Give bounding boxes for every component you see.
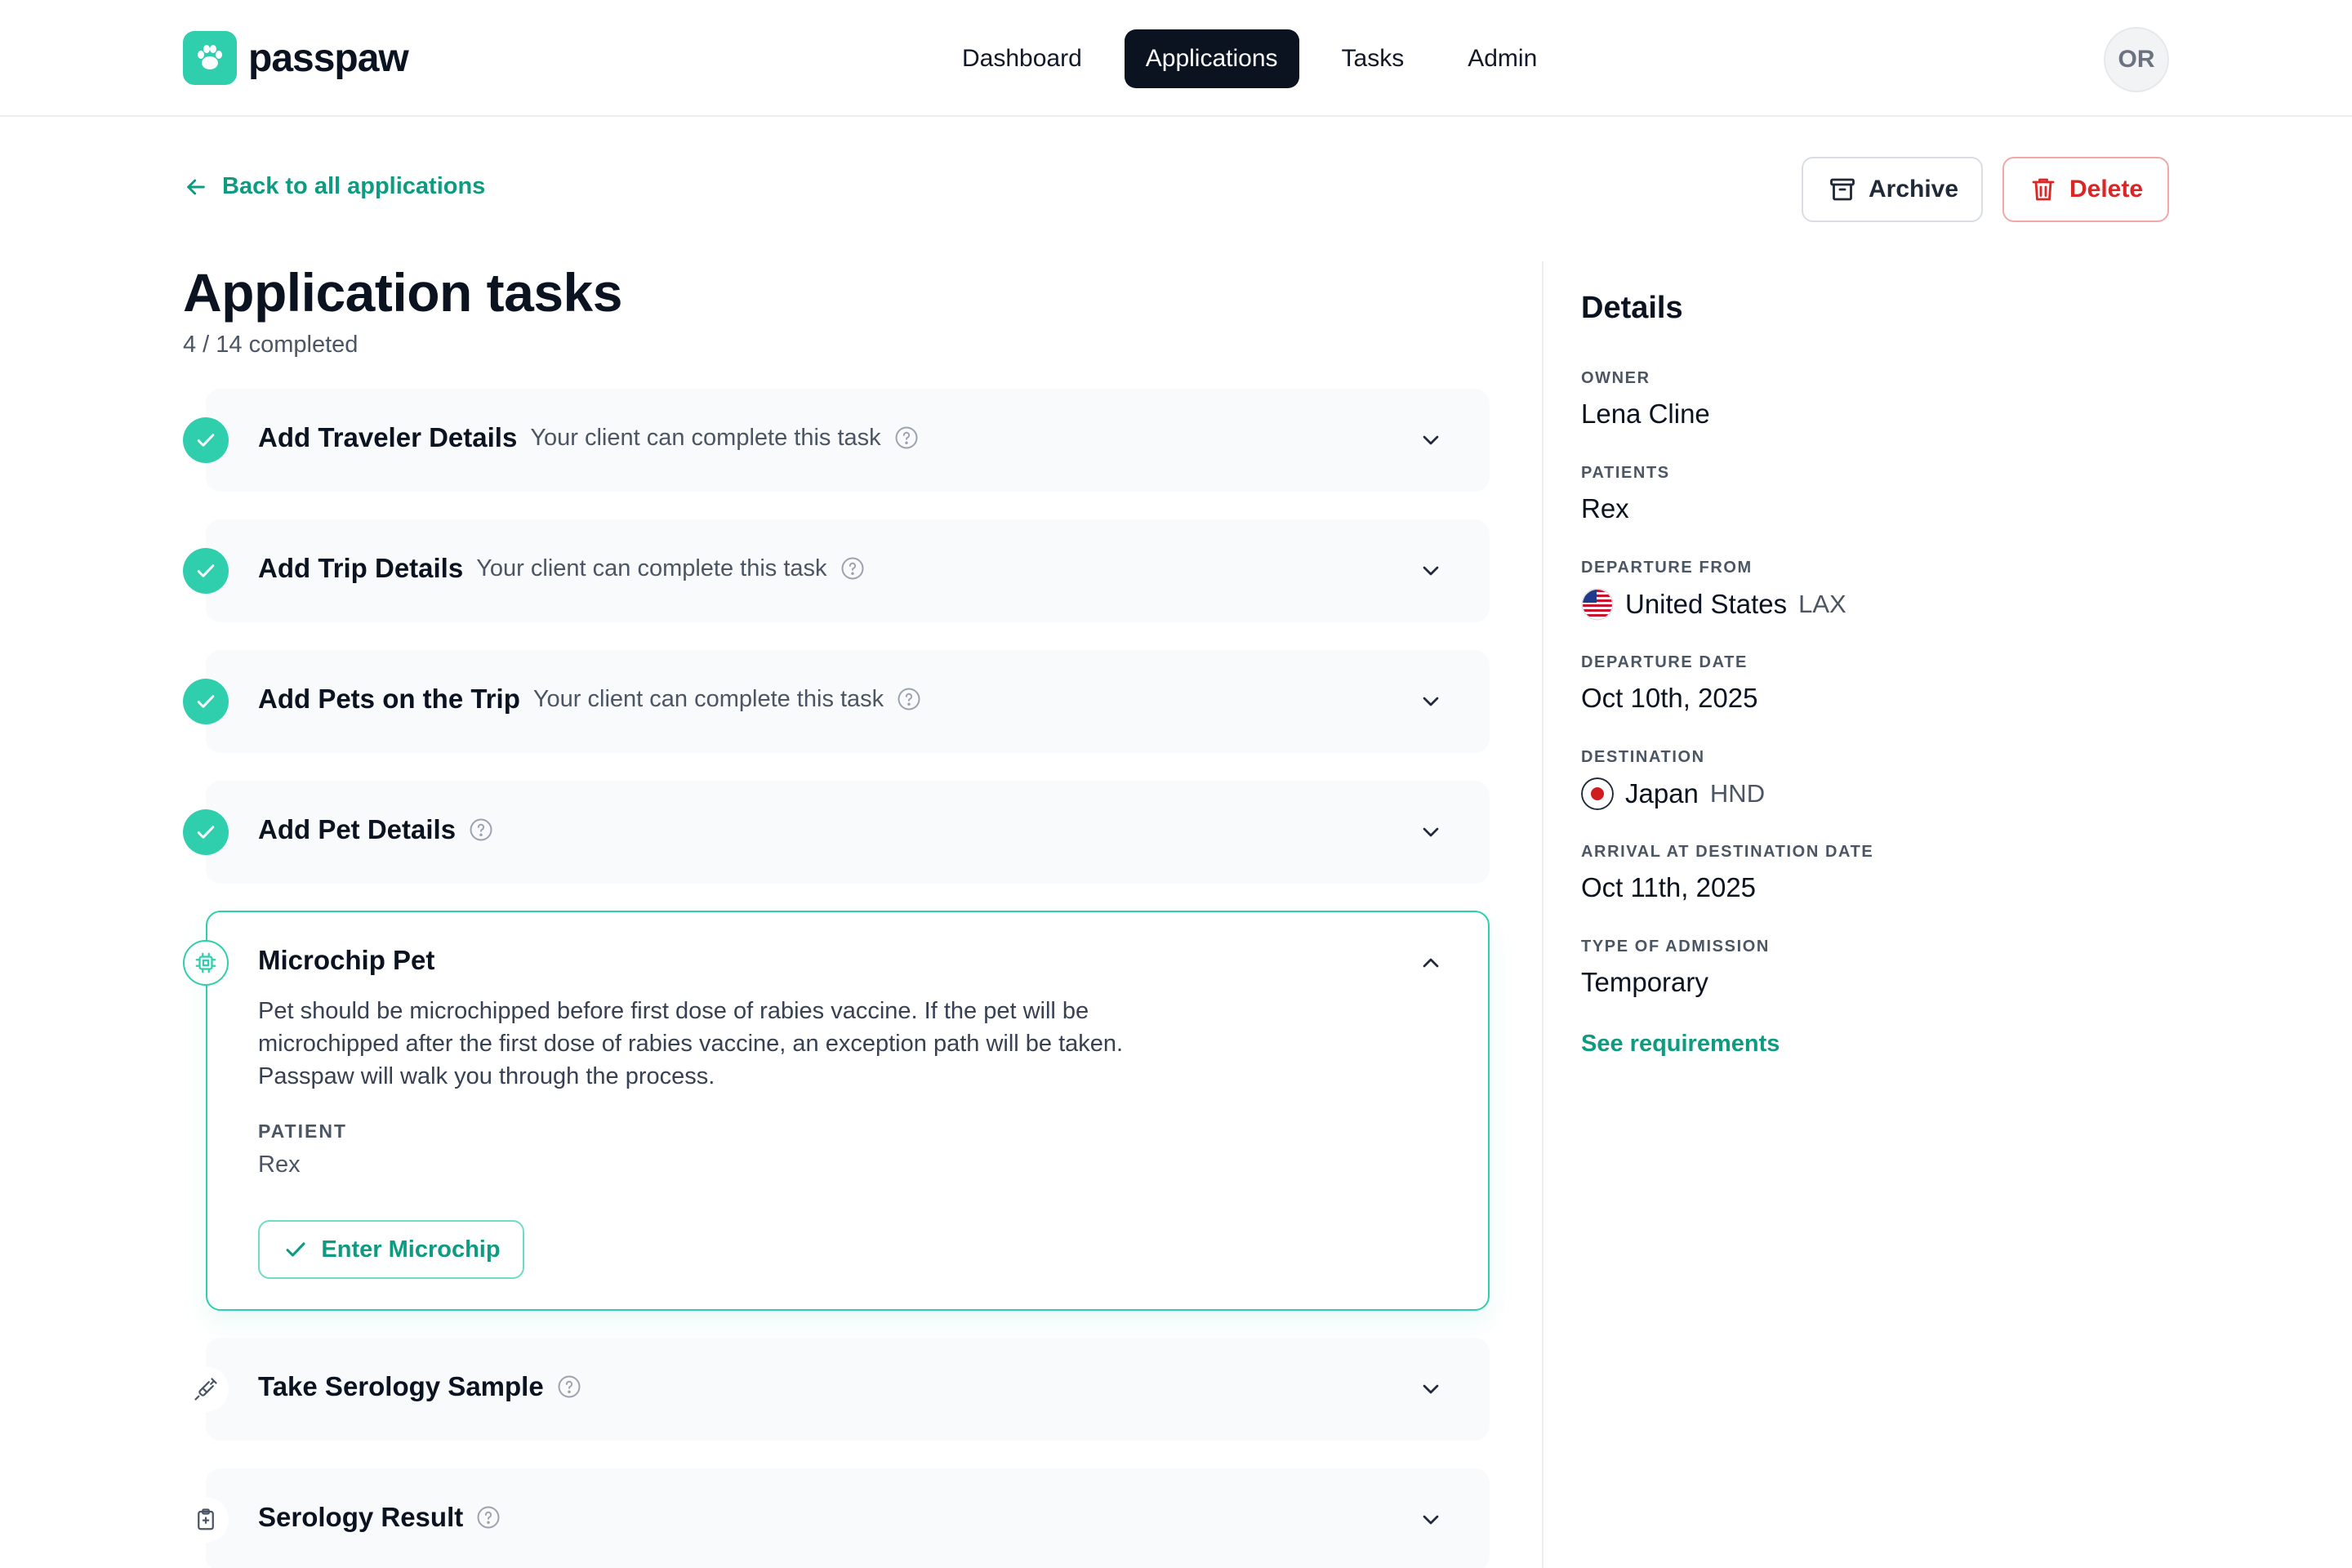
paw-icon — [183, 31, 237, 85]
task-title: Add Pet Details — [258, 814, 457, 844]
departure-date-value: Oct 10th, 2025 — [1581, 683, 1758, 713]
help-circle-icon[interactable] — [840, 556, 865, 581]
task-title: Add Pets on the Trip — [258, 684, 520, 714]
departure-country: United States — [1625, 589, 1788, 619]
chevron-down-icon[interactable] — [1418, 427, 1444, 453]
syringe-icon — [183, 1366, 229, 1412]
departure-date-label: DEPARTURE DATE — [1581, 653, 1748, 671]
brand-logo[interactable]: passpaw — [183, 31, 409, 85]
chevron-down-icon[interactable] — [1418, 558, 1444, 584]
patient-label: PATIENT — [258, 1120, 347, 1142]
destination-value: Japan HND — [1581, 777, 1765, 810]
archive-button[interactable]: Archive — [1802, 157, 1983, 222]
check-icon — [183, 548, 229, 594]
task-title: Serology Result — [258, 1502, 464, 1532]
task-note: Your client can complete this task — [530, 424, 881, 451]
check-icon — [282, 1236, 310, 1263]
admission-type-label: TYPE OF ADMISSION — [1581, 938, 1770, 956]
description-line: microchipped after the first dose of rab… — [258, 1031, 1124, 1057]
archive-label: Archive — [1869, 176, 1959, 203]
top-navigation-bar: passpaw Dashboard Applications Tasks Adm… — [0, 0, 2352, 117]
nav-admin[interactable]: Admin — [1446, 29, 1558, 88]
nav-dashboard[interactable]: Dashboard — [941, 29, 1103, 88]
task-header: Take Serology Sample — [258, 1371, 581, 1402]
arrival-date-value: Oct 11th, 2025 — [1581, 872, 1757, 902]
patients-value: Rex — [1581, 493, 1629, 523]
task-header: Add Pet Details — [258, 814, 493, 845]
clipboard-icon — [183, 1497, 229, 1543]
chevron-down-icon[interactable] — [1418, 688, 1444, 715]
check-icon — [183, 679, 229, 724]
task-title: Microchip Pet — [258, 945, 435, 975]
arrival-date-label: ARRIVAL AT DESTINATION DATE — [1581, 843, 1874, 861]
destination-country: Japan — [1625, 778, 1699, 808]
admission-type-value: Temporary — [1581, 967, 1708, 997]
microchip-icon — [183, 940, 229, 986]
back-to-applications-link[interactable]: Back to all applications — [183, 173, 485, 200]
see-requirements-link[interactable]: See requirements — [1581, 1031, 1780, 1058]
delete-label: Delete — [2069, 176, 2144, 203]
task-header: Microchip Pet — [258, 945, 434, 976]
departure-from-value: United States LAX — [1581, 588, 1846, 621]
archive-icon — [1828, 175, 1857, 204]
task-description: Pet should be microchipped before first … — [258, 995, 1271, 1093]
task-header: Add Pets on the Trip Your client can com… — [258, 684, 921, 715]
tasks-progress-text: 4 / 14 completed — [183, 332, 359, 358]
user-avatar[interactable]: OR — [2104, 27, 2169, 92]
owner-value: Lena Cline — [1581, 399, 1710, 429]
task-header: Add Trip Details Your client can complet… — [258, 553, 865, 584]
arrow-left-icon — [183, 174, 209, 200]
chevron-up-icon[interactable] — [1418, 950, 1444, 976]
description-line: Passpaw will walk you through the proces… — [258, 1063, 715, 1089]
departure-from-label: DEPARTURE FROM — [1581, 559, 1753, 577]
nav-tasks[interactable]: Tasks — [1321, 29, 1426, 88]
japan-flag-icon — [1581, 777, 1614, 810]
task-title: Take Serology Sample — [258, 1371, 544, 1401]
details-title: Details — [1581, 291, 1683, 325]
panel-divider — [1542, 261, 1544, 1568]
task-header: Add Traveler Details Your client can com… — [258, 422, 919, 453]
task-note: Your client can complete this task — [532, 685, 884, 712]
task-note: Your client can complete this task — [476, 555, 827, 581]
chevron-down-icon[interactable] — [1418, 819, 1444, 845]
chevron-down-icon[interactable] — [1418, 1376, 1444, 1402]
help-circle-icon[interactable] — [476, 1505, 501, 1530]
delete-button[interactable]: Delete — [2002, 157, 2169, 222]
enter-microchip-label: Enter Microchip — [321, 1236, 501, 1263]
task-title: Add Traveler Details — [258, 422, 518, 452]
patient-value: Rex — [258, 1152, 301, 1178]
destination-label: DESTINATION — [1581, 748, 1705, 766]
help-circle-icon[interactable] — [469, 817, 493, 842]
owner-label: OWNER — [1581, 369, 1650, 387]
help-circle-icon[interactable] — [557, 1374, 581, 1399]
back-link-label: Back to all applications — [222, 173, 486, 199]
task-title: Add Trip Details — [258, 553, 464, 583]
description-line: Pet should be microchipped before first … — [258, 998, 1089, 1024]
us-flag-icon — [1581, 588, 1614, 621]
patients-label: PATIENTS — [1581, 464, 1670, 482]
departure-airport-code: LAX — [1798, 590, 1846, 618]
help-circle-icon[interactable] — [897, 687, 921, 711]
main-nav: Dashboard Applications Tasks Admin — [941, 29, 1558, 88]
help-circle-icon[interactable] — [894, 425, 919, 450]
destination-airport-code: HND — [1709, 779, 1766, 808]
nav-applications[interactable]: Applications — [1124, 29, 1299, 88]
page-title: Application tasks — [183, 262, 622, 323]
enter-microchip-button[interactable]: Enter Microchip — [258, 1220, 524, 1279]
check-icon — [183, 809, 229, 855]
chevron-down-icon[interactable] — [1418, 1507, 1444, 1533]
brand-name: passpaw — [248, 36, 409, 80]
task-header: Serology Result — [258, 1502, 501, 1533]
trash-icon — [2029, 175, 2058, 204]
check-icon — [183, 417, 229, 463]
